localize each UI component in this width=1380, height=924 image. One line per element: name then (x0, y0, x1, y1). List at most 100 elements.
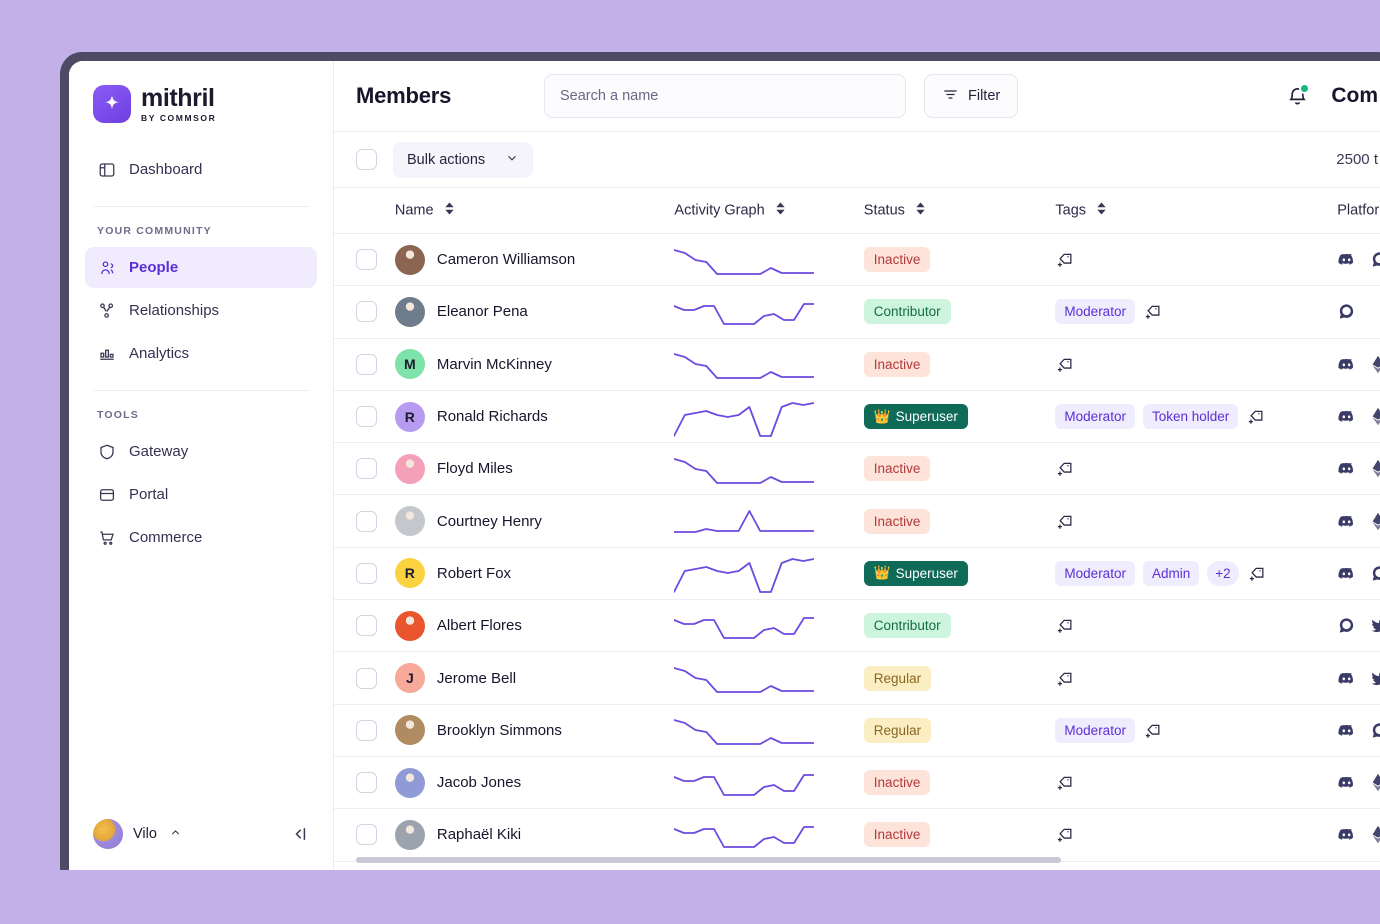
status-badge[interactable]: Inactive (863, 351, 931, 377)
row-checkbox[interactable] (356, 458, 377, 480)
select-all-checkbox[interactable] (356, 149, 377, 170)
ethereum-icon[interactable] (1370, 825, 1380, 844)
add-tag-icon[interactable] (1055, 250, 1074, 269)
sort-icon[interactable] (444, 202, 455, 219)
table-row[interactable]: Brooklyn Simmons Regular Moderator (334, 704, 1380, 757)
discord-icon[interactable] (1337, 773, 1356, 792)
horizontal-scrollbar[interactable] (356, 857, 1380, 863)
sidebar-item-portal[interactable]: Portal (85, 474, 317, 515)
add-tag-icon[interactable] (1055, 512, 1074, 531)
twitter-icon[interactable] (1370, 616, 1380, 635)
ethereum-icon[interactable] (1370, 407, 1380, 426)
row-checkbox[interactable] (356, 772, 377, 794)
discord-icon[interactable] (1337, 512, 1356, 531)
table-row[interactable]: Albert Flores Contributor (334, 599, 1380, 653)
table-row[interactable]: Floyd Miles Inactive (334, 442, 1380, 496)
brand-logo[interactable]: mithril BY COMMSOR (85, 61, 317, 149)
row-checkbox[interactable] (356, 510, 377, 532)
tag-overflow-badge[interactable]: +2 (1207, 560, 1239, 586)
ethereum-icon[interactable] (1370, 355, 1380, 374)
discord-icon[interactable] (1337, 825, 1356, 844)
tag-chip[interactable]: Token holder (1142, 404, 1239, 430)
community-name-truncated[interactable]: Com (1331, 84, 1378, 108)
scrollbar-thumb[interactable] (356, 857, 1061, 863)
table-row[interactable]: M Marvin McKinney Inactive (334, 338, 1380, 391)
sort-icon[interactable] (915, 202, 926, 219)
ethereum-icon[interactable] (1370, 512, 1380, 531)
search-input[interactable] (560, 88, 890, 104)
sidebar-item-commerce[interactable]: Commerce (85, 517, 317, 558)
discourse-icon[interactable] (1337, 302, 1356, 321)
status-badge[interactable]: Contributor (863, 299, 951, 325)
column-header-name[interactable]: Name (394, 188, 675, 234)
sort-icon[interactable] (775, 202, 786, 219)
add-tag-icon[interactable] (1246, 407, 1265, 426)
status-badge[interactable]: Inactive (863, 508, 931, 534)
add-tag-icon[interactable] (1143, 302, 1162, 321)
tag-chip[interactable]: Admin (1142, 560, 1200, 586)
table-row[interactable]: R Ronald Richards 👑 Superuser Moderator To… (334, 390, 1380, 444)
status-badge[interactable]: Inactive (863, 770, 931, 796)
table-row[interactable]: Eleanor Pena Contributor Moderator (334, 285, 1380, 339)
sidebar-item-dashboard[interactable]: Dashboard (85, 149, 317, 190)
tag-chip[interactable]: Moderator (1055, 560, 1135, 586)
add-tag-icon[interactable] (1247, 564, 1266, 583)
discourse-icon[interactable] (1370, 564, 1380, 583)
discord-icon[interactable] (1337, 721, 1356, 740)
column-header-platforms[interactable]: Platforms (1337, 188, 1380, 234)
discord-icon[interactable] (1337, 355, 1356, 374)
add-tag-icon[interactable] (1055, 669, 1074, 688)
add-tag-icon[interactable] (1055, 459, 1074, 478)
column-header-activity-graph[interactable]: Activity Graph (674, 188, 864, 234)
ethereum-icon[interactable] (1370, 773, 1380, 792)
table-row[interactable]: Cameron Williamson Inactive (334, 233, 1380, 287)
table-row[interactable]: J Jerome Bell Regular (334, 651, 1380, 705)
status-badge[interactable]: Inactive (863, 822, 931, 848)
sidebar-item-relationships[interactable]: Relationships (85, 290, 317, 331)
tag-chip[interactable]: Moderator (1055, 404, 1135, 430)
status-badge[interactable]: 👑 Superuser (863, 560, 968, 586)
row-checkbox[interactable] (356, 301, 377, 323)
sidebar-user-footer[interactable]: Vilo (85, 798, 317, 870)
row-checkbox[interactable] (356, 667, 377, 689)
chevron-up-icon[interactable] (169, 826, 182, 842)
add-tag-icon[interactable] (1143, 721, 1162, 740)
row-checkbox[interactable] (356, 353, 377, 375)
status-badge[interactable]: 👑 Superuser (863, 404, 968, 430)
notification-bell-icon[interactable] (1286, 82, 1311, 108)
filter-button[interactable]: Filter (924, 74, 1019, 118)
ethereum-icon[interactable] (1370, 459, 1380, 478)
column-header-status[interactable]: Status (863, 188, 1056, 234)
row-checkbox[interactable] (356, 249, 377, 271)
discord-icon[interactable] (1337, 564, 1356, 583)
sidebar-item-analytics[interactable]: Analytics (85, 333, 317, 374)
row-checkbox[interactable] (356, 615, 377, 637)
search-box[interactable] (544, 74, 906, 118)
discourse-icon[interactable] (1337, 616, 1356, 635)
table-row[interactable]: Courtney Henry Inactive (334, 494, 1380, 548)
table-row[interactable]: R Robert Fox 👑 Superuser Moderator Admin +2 (334, 547, 1380, 601)
discord-icon[interactable] (1337, 459, 1356, 478)
discourse-icon[interactable] (1370, 250, 1380, 269)
table-row[interactable]: Jacob Jones Inactive (334, 756, 1380, 810)
tag-chip[interactable]: Moderator (1055, 717, 1135, 743)
add-tag-icon[interactable] (1055, 616, 1074, 635)
sidebar-item-people[interactable]: People (85, 247, 317, 288)
status-badge[interactable]: Inactive (863, 456, 931, 482)
discourse-icon[interactable] (1370, 721, 1380, 740)
add-tag-icon[interactable] (1055, 773, 1074, 792)
row-checkbox[interactable] (356, 719, 377, 741)
sort-icon[interactable] (1096, 202, 1107, 219)
discord-icon[interactable] (1337, 669, 1356, 688)
row-checkbox[interactable] (356, 406, 377, 428)
row-checkbox[interactable] (356, 824, 377, 846)
tag-chip[interactable]: Moderator (1055, 299, 1135, 325)
add-tag-icon[interactable] (1055, 355, 1074, 374)
twitter-icon[interactable] (1370, 669, 1380, 688)
add-tag-icon[interactable] (1055, 825, 1074, 844)
collapse-sidebar-icon[interactable] (289, 824, 309, 844)
status-badge[interactable]: Regular (863, 717, 932, 743)
discord-icon[interactable] (1337, 250, 1356, 269)
row-checkbox[interactable] (356, 562, 377, 584)
column-header-tags[interactable]: Tags (1055, 188, 1338, 234)
